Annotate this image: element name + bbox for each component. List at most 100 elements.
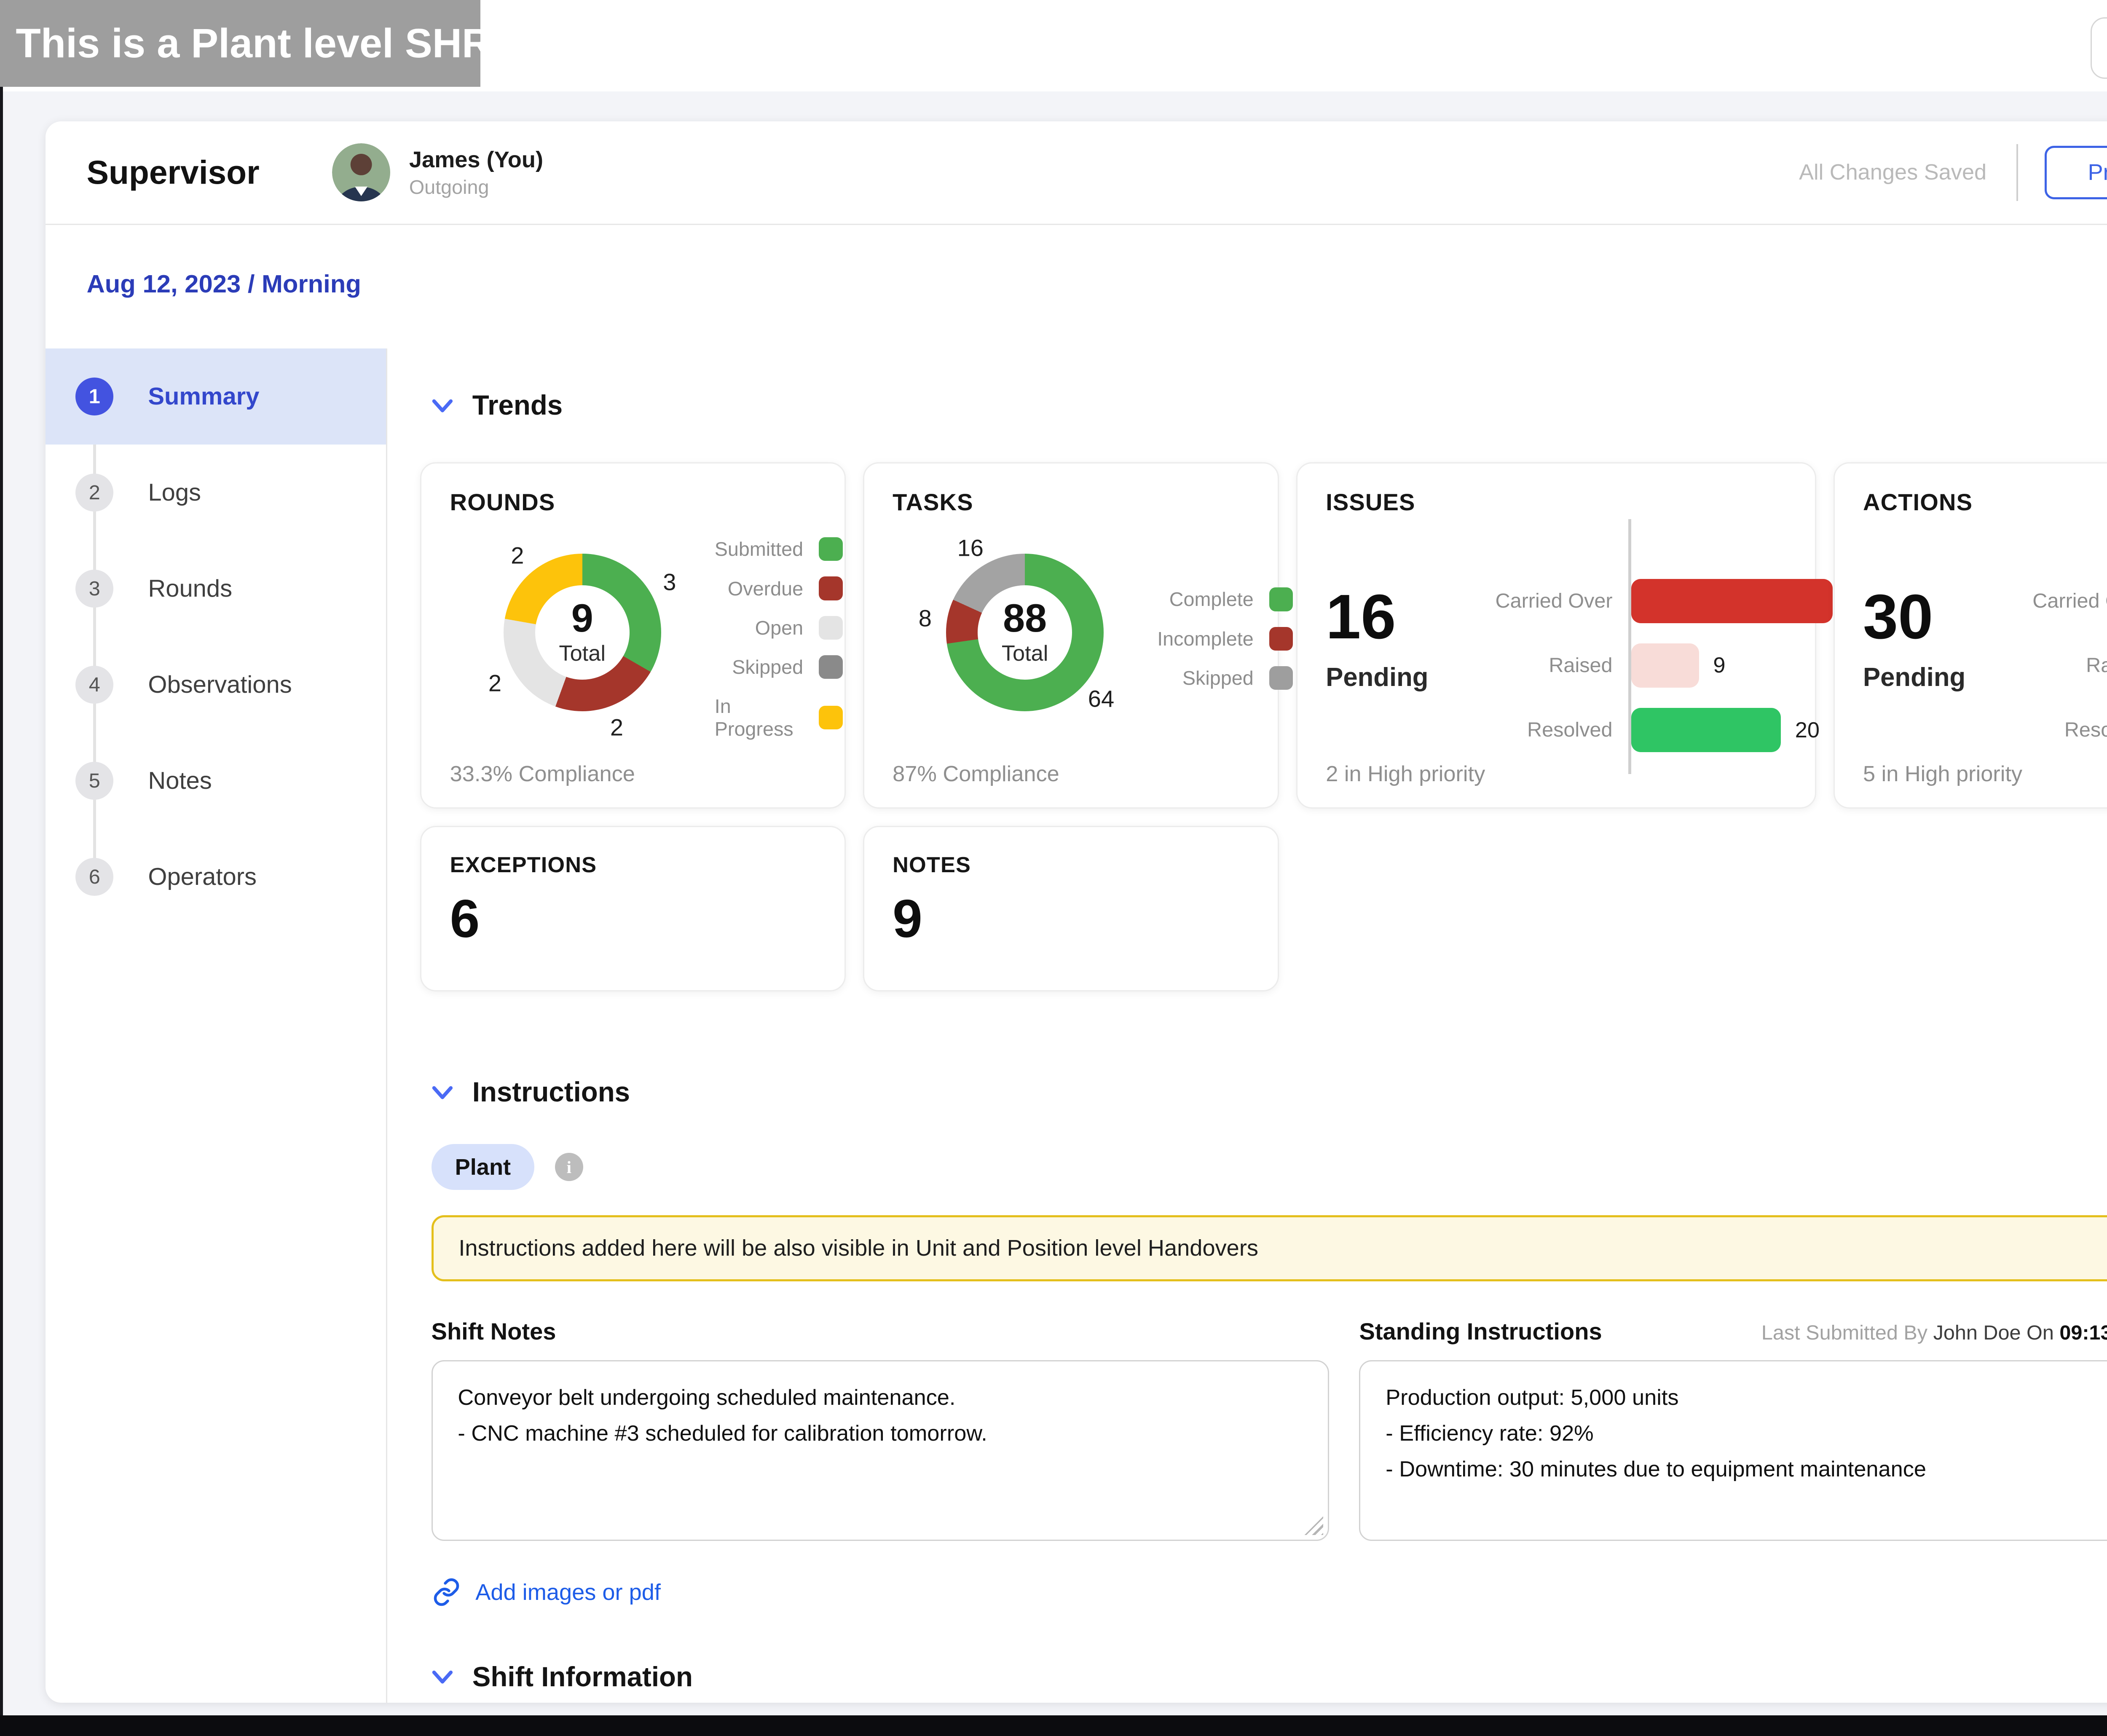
step-label: Logs: [148, 479, 201, 506]
bar-labels: Carried OverRaisedResolved: [2027, 519, 2107, 774]
sidebar-item-summary[interactable]: 1Summary: [46, 348, 386, 445]
step-number: 2: [75, 474, 113, 512]
screen-bottom-bar: [0, 1715, 2107, 1736]
issues-card: ISSUES 16 Pending Carried OverRaisedReso…: [1296, 462, 1816, 809]
exceptions-title: EXCEPTIONS: [450, 852, 816, 878]
last-submitted-meta: Last Submitted By John Doe On 09:13 AM V…: [1761, 1321, 2107, 1345]
tasks-card-title: TASKS: [893, 488, 1249, 516]
shift-notes-label: Shift Notes: [432, 1318, 556, 1345]
shift-information-header: Shift Information: [430, 1661, 2107, 1693]
rounds-compliance: 33.3% Compliance: [450, 761, 635, 787]
count-cards-row: EXCEPTIONS 6 NOTES 9: [420, 826, 2107, 991]
shift-information-section: Shift Information: [420, 1661, 2107, 1693]
main-content: Trends ROUNDS 9Total3222 SubmittedOverdu…: [387, 348, 2107, 1703]
step-label: Observations: [148, 671, 292, 699]
sidebar-steps: 1Summary 2 Logs 3 Rounds 4 Observations 5 Notes 6…: [46, 348, 386, 925]
save-status: All Changes Saved: [1799, 160, 1986, 185]
step-number: 1: [75, 378, 113, 415]
donut-callout: 16: [957, 534, 984, 561]
banner-text: Instructions added here will be also vis…: [458, 1235, 1258, 1261]
handover-card: Supervisor James (You) Ou: [46, 121, 2107, 1703]
legend-item: Skipped: [1157, 666, 1293, 690]
header-divider: [2016, 144, 2018, 201]
legend-item: Open: [715, 616, 843, 640]
legend-item: In Progress: [715, 695, 843, 740]
sidebar-item-rounds[interactable]: 3 Rounds: [46, 541, 386, 637]
trend-cards-row: ROUNDS 9Total3222 SubmittedOverdueOpenSk…: [420, 462, 2107, 809]
sidebar-item-observations[interactable]: 4 Observations: [46, 637, 386, 733]
rounds-card-title: ROUNDS: [450, 488, 816, 516]
trends-section-header: Trends: [430, 389, 2107, 421]
tasks-donut-chart: 88Total64816: [893, 528, 1157, 749]
shift-notes-box: Conveyor belt undergoing scheduled maint…: [432, 1360, 1330, 1541]
plant-level-chip[interactable]: Plant: [432, 1144, 535, 1189]
user-block: James (You) Outgoing: [332, 143, 543, 201]
date-shift-label: Aug 12, 2023 / Morning: [46, 225, 2107, 348]
rounds-card: ROUNDS 9Total3222 SubmittedOverdueOpenSk…: [420, 462, 845, 809]
legend-item: Overdue: [715, 576, 843, 600]
chevron-down-icon[interactable]: [430, 393, 455, 418]
issues-priority-note: 2 in High priority: [1326, 761, 1485, 787]
bar-labels: Carried OverRaisedResolved: [1490, 519, 1628, 774]
issues-bar-chart: Carried OverRaisedResolved27920: [1490, 519, 1871, 774]
legend-item: Submitted: [715, 537, 843, 561]
step-number: 5: [75, 762, 113, 800]
issues-card-title: ISSUES: [1326, 488, 1786, 516]
standing-instructions-label: Standing Instructions: [1359, 1318, 1602, 1345]
step-label: Operators: [148, 863, 257, 891]
standing-instructions-box: Production output: 5,000 units- Efficien…: [1359, 1360, 2107, 1541]
chevron-down-icon[interactable]: [430, 1080, 455, 1105]
donut-callout: 2: [511, 541, 524, 569]
sidebar-item-logs[interactable]: 2 Logs: [46, 445, 386, 541]
legend-item: Skipped: [715, 655, 843, 679]
actions-pending-label: Pending: [1863, 662, 2027, 692]
issues-pending-value: 16: [1326, 585, 1490, 648]
donut-ring: 9Total: [504, 554, 661, 711]
rounds-donut-chart: 9Total3222: [450, 528, 715, 749]
actions-pending-value: 30: [1863, 585, 2027, 648]
donut-callout: 3: [663, 568, 676, 596]
chevron-down-icon[interactable]: [430, 1664, 455, 1689]
notes-card: NOTES 9: [863, 826, 1279, 991]
rounds-legend: Submitted Overdue Open Skipped In Progress: [715, 537, 846, 740]
exceptions-value: 6: [450, 892, 816, 946]
sidebar-item-notes[interactable]: 5 Notes: [46, 733, 386, 829]
instructions-banner: Instructions added here will be also vis…: [432, 1215, 2107, 1281]
legend-item: Incomplete: [1157, 627, 1293, 651]
app-window: This is a Plant level SHR PDF View Super…: [0, 0, 2107, 1736]
step-number: 4: [75, 666, 113, 704]
tasks-compliance: 87% Compliance: [893, 761, 1059, 787]
link-icon: [432, 1577, 461, 1607]
user-status: Outgoing: [409, 176, 543, 198]
standing-instructions-content: Production output: 5,000 units- Efficien…: [1360, 1361, 2107, 1506]
notes-value: 9: [893, 892, 1249, 946]
donut-center: 88Total: [978, 585, 1072, 680]
instructions-section: Instructions Plant i Instructions added …: [420, 1076, 2107, 1607]
step-number: 3: [75, 570, 113, 608]
actions-card-title: ACTIONS: [1863, 488, 2107, 516]
add-images-link[interactable]: Add images or pdf: [432, 1577, 661, 1607]
tasks-legend: CompleteIncompleteSkipped: [1157, 587, 1296, 690]
role-title: Supervisor: [87, 153, 260, 192]
avatar: [332, 143, 390, 201]
card-header: Supervisor James (You) Ou: [46, 121, 2107, 225]
tasks-card: TASKS 88Total64816 CompleteIncompleteSki…: [863, 462, 1279, 809]
donut-callout: 2: [488, 669, 501, 697]
instructions-section-header: Instructions: [430, 1076, 2107, 1108]
previous-button[interactable]: Previous: [2045, 146, 2107, 199]
donut-center: 9Total: [535, 585, 630, 680]
issues-pending-label: Pending: [1326, 662, 1490, 692]
sidebar-item-operators[interactable]: 6 Operators: [46, 829, 386, 925]
page-title-badge: This is a Plant level SHR: [0, 0, 480, 87]
exceptions-card: EXCEPTIONS 6: [420, 826, 845, 991]
actions-card: ACTIONS 30 Pending Carried OverRaisedRes…: [1834, 462, 2107, 809]
step-label: Rounds: [148, 575, 232, 603]
shift-notes-input[interactable]: Conveyor belt undergoing scheduled maint…: [433, 1361, 1328, 1540]
actions-priority-note: 5 in High priority: [1863, 761, 2022, 787]
step-label: Notes: [148, 767, 212, 795]
step-number: 6: [75, 858, 113, 896]
info-icon[interactable]: i: [555, 1153, 583, 1181]
notes-title: NOTES: [893, 852, 1249, 878]
actions-bar-chart: Carried OverRaisedResolved14237: [2027, 519, 2107, 774]
pdf-view-button[interactable]: PDF View: [2091, 17, 2107, 79]
